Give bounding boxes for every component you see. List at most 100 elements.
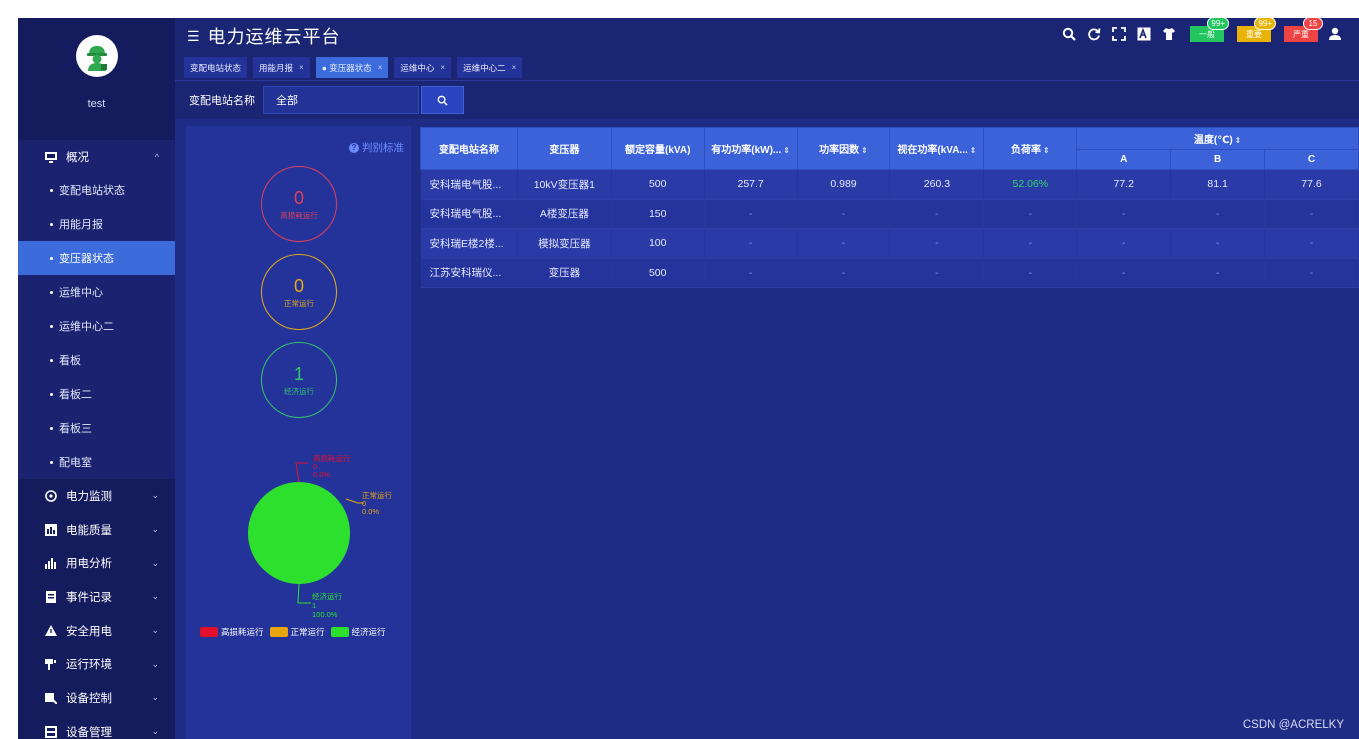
search-icon[interactable] (1061, 26, 1077, 42)
sidebar-item-distribution-room[interactable]: 配电室 (18, 445, 175, 479)
menu-event-log[interactable]: 事件记录 ⌄ (18, 580, 175, 614)
col-header-temperature[interactable]: 温度(℃) ⇕ (1076, 127, 1359, 150)
legend-item-normal[interactable]: 正常运行 (269, 626, 325, 638)
sidebar-item-ops-center-2[interactable]: 运维中心二 (18, 309, 175, 343)
pie-label-normal: 正常运行 (362, 490, 392, 500)
criteria-link[interactable]: ? 判别标准 (349, 140, 404, 155)
fullscreen-icon[interactable] (1111, 26, 1127, 42)
table-row[interactable]: 江苏安科瑞仪... 变压器 500- - - - - - - (420, 258, 1359, 288)
sidebar-item-dashboard[interactable]: 看板 (18, 343, 175, 377)
close-icon[interactable]: × (378, 63, 383, 72)
menu-group-label: 电能质量 (66, 524, 112, 537)
close-icon[interactable]: × (440, 63, 445, 72)
table-cell: 260.3 (889, 169, 985, 200)
menu-overview[interactable]: 概况 ^ (18, 140, 175, 173)
tab-energy-monthly[interactable]: 用能月报 × (253, 57, 310, 79)
bullet-icon (50, 290, 53, 294)
tab-substation-status[interactable]: 变配电站状态 (184, 57, 248, 79)
tab-label: 用能月报 (259, 62, 294, 73)
sidebar-item-dashboard-2[interactable]: 看板二 (18, 377, 175, 411)
tab-ops-center[interactable]: 运维中心 × (394, 57, 452, 79)
tab-label: 运维中心二 (463, 62, 506, 73)
menu-group-label: 设备控制 (66, 692, 112, 705)
hamburger-menu-icon[interactable]: ☰ (187, 28, 200, 45)
stat-value: 0 (293, 275, 304, 296)
sort-icon[interactable]: ⇕ (861, 146, 868, 155)
watermark: CSDN @ACRELKY (1242, 719, 1344, 731)
table-cell: - (1264, 228, 1359, 259)
menu-group-label: 运行环境 (66, 659, 112, 672)
alert-general-badge[interactable]: 一般 99+ (1190, 17, 1229, 42)
refresh-icon[interactable] (1086, 26, 1102, 42)
app-window: test 概况 ^ 变配电站状态 用能月报 变压器状态 运维中心 运维中心二 看… (18, 17, 1359, 739)
economic-stat: 1 经济运行 (261, 342, 337, 418)
alert-important-badge[interactable]: 重要 99+ (1237, 17, 1276, 42)
device-icon (44, 725, 57, 738)
sort-icon[interactable]: ⇕ (970, 146, 977, 155)
menu-device-management[interactable]: 设备管理 ⌄ (18, 715, 175, 739)
sidebar-item-substation-status[interactable]: 变配电站状态 (18, 173, 175, 207)
sidebar-item-dashboard-3[interactable]: 看板三 (18, 411, 175, 445)
sidebar-item-transformer-status[interactable]: 变压器状态 (18, 241, 175, 275)
menu-group-label: 安全用电 (66, 625, 112, 638)
language-icon[interactable] (1136, 26, 1152, 42)
table-row[interactable]: 安科瑞电气股... 10kV变压器1 500 257.7 0.989 260.3 52.06… (420, 169, 1359, 200)
sidebar: test 概况 ^ 变配电站状态 用能月报 变压器状态 运维中心 运维中心二 看… (18, 18, 175, 739)
theme-shirt-icon[interactable] (1161, 26, 1177, 42)
menu-power-quality[interactable]: 电能质量 ⌄ (18, 513, 175, 547)
chevron-down-icon: ⌄ (151, 524, 159, 535)
table-cell: - (1264, 199, 1359, 229)
table-cell: - (797, 199, 891, 229)
menu-power-monitoring[interactable]: 电力监测 ⌄ (18, 479, 175, 513)
menu-safe-power[interactable]: 安全用电 ⌄ (18, 614, 175, 648)
high-loss-stat: 0 高损耗运行 (261, 166, 337, 242)
criteria-label: 判别标准 (362, 142, 404, 154)
close-icon[interactable]: × (299, 63, 304, 72)
table-row[interactable]: 安科瑞E楼2楼... 模拟变压器 100- - - - - - - (420, 228, 1359, 259)
sidebar-item-label: 运维中心二 (59, 321, 114, 333)
pie-slice-economic[interactable] (248, 482, 350, 584)
table-cell: 安科瑞电气股... (420, 169, 518, 200)
station-select[interactable]: 全部 (263, 86, 419, 115)
sidebar-item-ops-center[interactable]: 运维中心 (18, 275, 175, 309)
table-cell: 77.2 (1076, 169, 1172, 200)
chevron-down-icon: ⌄ (151, 625, 159, 636)
alert-count: 15 (1303, 17, 1323, 30)
table-cell: - (1076, 199, 1172, 229)
pie-leader-line (297, 583, 311, 604)
sort-icon[interactable]: ⇕ (1043, 146, 1050, 155)
legend-item-high-loss[interactable]: 高损耗运行 (200, 626, 264, 638)
col-header-load-rate[interactable]: 负荷率 ⇕ (983, 127, 1078, 170)
col-header-apparent-power[interactable]: 视在功率(kVA... ⇕ (889, 127, 985, 170)
table-cell: 257.7 (704, 169, 798, 200)
legend-item-economic[interactable]: 经济运行 (330, 626, 386, 638)
search-button[interactable] (421, 86, 464, 115)
menu-group-label: 事件记录 (66, 591, 112, 604)
monitor-icon (44, 489, 57, 502)
menu-environment[interactable]: 运行环境 ⌄ (18, 647, 175, 681)
tab-label: 变配电站状态 (190, 62, 242, 73)
col-header-power-factor[interactable]: 功率因数 ⇕ (796, 127, 891, 170)
sort-icon[interactable]: ⇕ (783, 146, 790, 155)
sidebar-item-label: 变压器状态 (59, 253, 114, 265)
menu-usage-analysis[interactable]: 用电分析 ⌄ (18, 546, 175, 580)
menu-device-control[interactable]: 设备控制 ⌄ (18, 681, 175, 715)
user-icon[interactable] (1327, 26, 1343, 42)
table-row[interactable]: 安科瑞电气股... A楼变压器 150- - - - - - - (420, 199, 1359, 229)
tab-ops-center-2[interactable]: 运维中心二 × (457, 57, 523, 79)
avatar[interactable] (75, 35, 118, 77)
legend-swatch (269, 627, 288, 637)
sidebar-item-label: 用能月报 (59, 219, 103, 231)
tab-label: ● 变压器状态 (321, 62, 372, 73)
overview-submenu: 变配电站状态 用能月报 变压器状态 运维中心 运维中心二 看板 看板二 看板三 … (18, 173, 175, 479)
sidebar-item-energy-monthly[interactable]: 用能月报 (18, 207, 175, 241)
tab-transformer-status[interactable]: ● 变压器状态 × (315, 57, 389, 79)
table-cell: 江苏安科瑞仪... (420, 258, 518, 288)
sidebar-item-label: 配电室 (59, 457, 92, 469)
close-icon[interactable]: × (512, 63, 517, 72)
tab-label: 运维中心 (400, 62, 435, 73)
sort-icon[interactable]: ⇕ (1235, 136, 1242, 145)
col-header-active-power[interactable]: 有功功率(kW)... ⇕ (703, 127, 798, 170)
alert-severe-badge[interactable]: 严重 15 (1284, 17, 1323, 42)
table-cell: - (889, 228, 985, 259)
